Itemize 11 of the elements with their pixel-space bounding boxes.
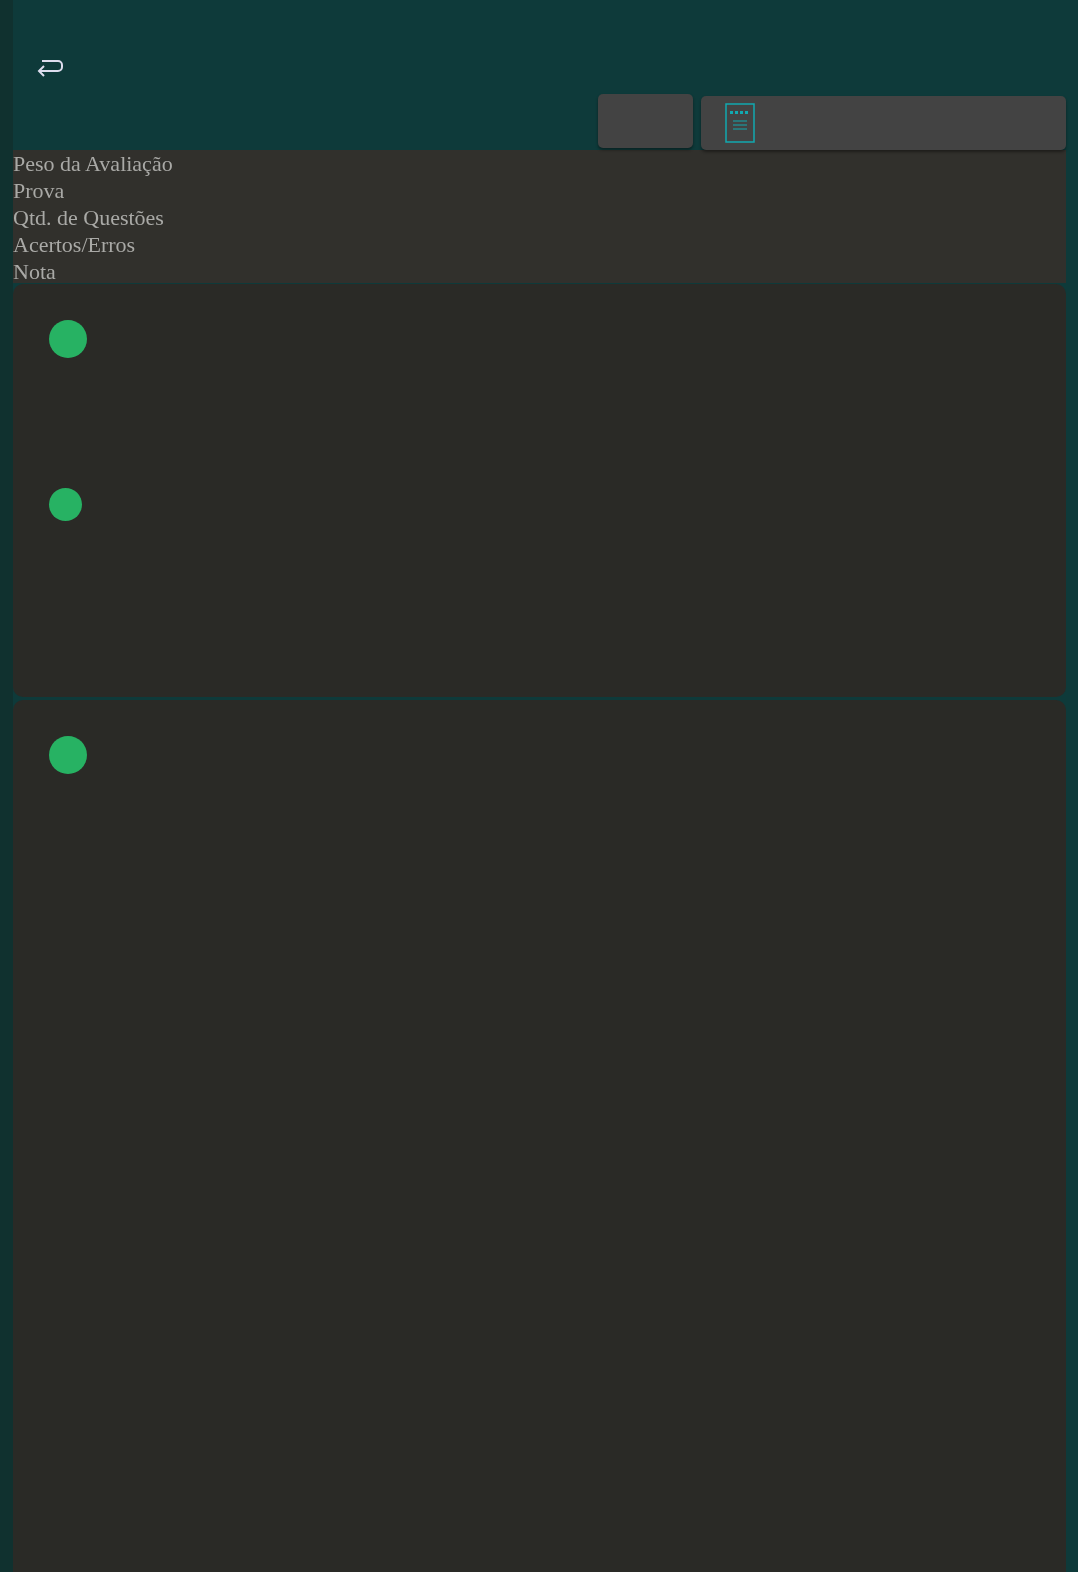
status-dot [49,320,87,358]
document-button[interactable] [701,96,1066,150]
column-label: Acertos/Erros [13,231,136,258]
toolbar-button[interactable] [598,94,693,148]
column-label: Nota [13,258,56,285]
status-dot [49,488,82,521]
document-icon [725,103,755,143]
column-label: Peso da Avaliação [13,150,173,177]
status-dot [49,736,87,774]
column-label: Qtd. de Questões [13,204,164,231]
column-label: Prova [13,177,65,204]
